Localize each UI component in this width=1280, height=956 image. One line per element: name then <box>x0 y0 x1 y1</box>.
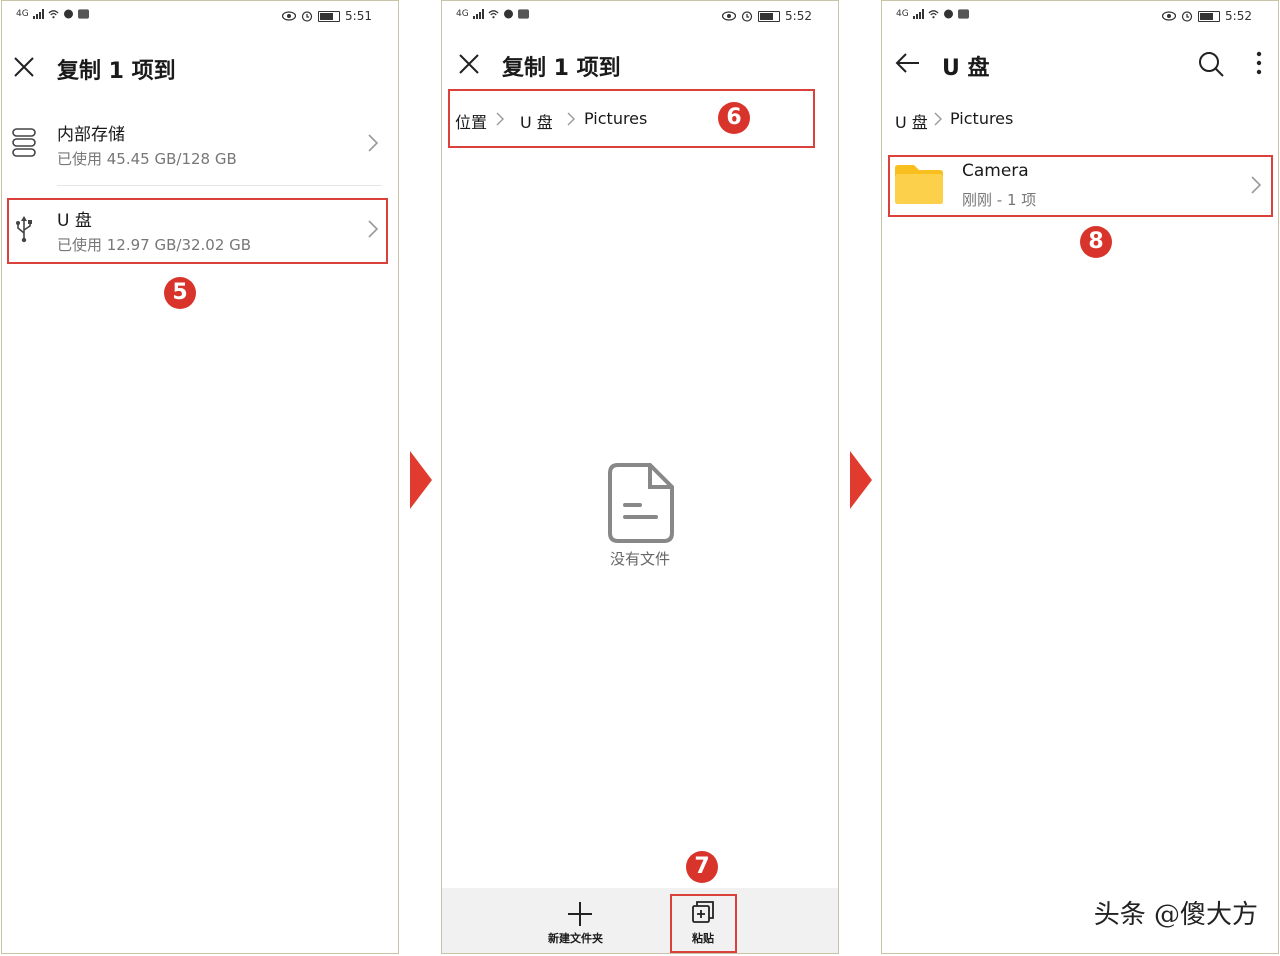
plus-icon <box>568 902 592 926</box>
screen-copy-destination: 4G 5:51 复制 1 项到 内部存储 已使用 45.45 GB/128 GB… <box>1 0 399 954</box>
close-icon[interactable] <box>458 53 480 75</box>
network-label: 4G <box>456 9 469 19</box>
wifi-icon <box>488 10 499 19</box>
bottom-toolbar: 新建文件夹 粘贴 <box>442 888 838 953</box>
app-icon <box>957 9 969 19</box>
page-title: U 盘 <box>942 56 990 81</box>
empty-state-text: 没有文件 <box>609 550 670 568</box>
app-icon <box>77 9 89 19</box>
breadcrumb-item[interactable]: Pictures <box>950 109 1013 128</box>
wifi-icon <box>928 10 939 19</box>
arrow-right-icon <box>850 451 872 509</box>
status-bar: 4G 5:51 <box>16 7 384 27</box>
signal-icon <box>472 9 484 19</box>
alarm-icon <box>741 11 753 22</box>
step-badge: 6 <box>718 102 750 134</box>
clock: 5:51 <box>345 9 372 23</box>
storage-usage: 已使用 45.45 GB/128 GB <box>57 150 237 168</box>
wifi-icon <box>48 10 59 19</box>
more-options-icon[interactable] <box>1256 51 1262 75</box>
screen-usb-root: 4G 5:52 U 盘 U 盘 Pictures Camera 刚刚 - 1 项… <box>881 0 1279 954</box>
arrow-right-icon <box>410 451 432 509</box>
battery-icon <box>758 10 781 22</box>
eye-icon <box>282 11 297 21</box>
highlight-box <box>448 89 815 148</box>
step-badge: 7 <box>686 851 718 883</box>
status-bar: 4G 5:52 <box>456 7 824 27</box>
divider <box>57 185 382 186</box>
storage-icon <box>12 128 36 157</box>
status-bar: 4G 5:52 <box>896 7 1264 27</box>
step-badge: 5 <box>164 277 196 309</box>
clock: 5:52 <box>785 9 812 23</box>
app-icon <box>517 9 529 19</box>
eye-icon <box>722 11 737 21</box>
notification-icon <box>943 9 953 19</box>
watermark: 头条 @傻大方 <box>1093 900 1258 930</box>
back-arrow-icon[interactable] <box>895 52 921 74</box>
battery-icon <box>1198 10 1221 22</box>
breadcrumb-item[interactable]: U 盘 <box>895 109 928 133</box>
highlight-box <box>888 155 1273 217</box>
eye-icon <box>1162 11 1177 21</box>
storage-name: 内部存储 <box>57 125 125 145</box>
battery-icon <box>318 10 341 22</box>
chevron-right-icon <box>368 134 378 152</box>
notification-icon <box>63 9 73 19</box>
network-label: 4G <box>896 9 909 19</box>
signal-icon <box>912 9 924 19</box>
alarm-icon <box>301 11 313 22</box>
new-folder-button[interactable]: 新建文件夹 <box>538 896 622 948</box>
step-badge: 8 <box>1080 226 1112 258</box>
signal-icon <box>32 9 44 19</box>
highlight-box <box>7 198 388 264</box>
highlight-box <box>670 894 737 953</box>
search-icon[interactable] <box>1198 51 1224 77</box>
chevron-right-icon <box>934 112 942 126</box>
clock: 5:52 <box>1225 9 1252 23</box>
screen-usb-pictures: 4G 5:52 复制 1 项到 位置 U 盘 Pictures 6 没有文件 新… <box>441 0 839 954</box>
storage-item-internal[interactable]: 内部存储 已使用 45.45 GB/128 GB <box>2 111 398 183</box>
network-label: 4G <box>16 9 29 19</box>
new-folder-label: 新建文件夹 <box>548 932 603 945</box>
notification-icon <box>503 9 513 19</box>
page-title: 复制 1 项到 <box>57 59 176 84</box>
close-icon[interactable] <box>13 56 35 78</box>
document-icon <box>608 463 674 543</box>
page-title: 复制 1 项到 <box>502 56 621 81</box>
alarm-icon <box>1181 11 1193 22</box>
